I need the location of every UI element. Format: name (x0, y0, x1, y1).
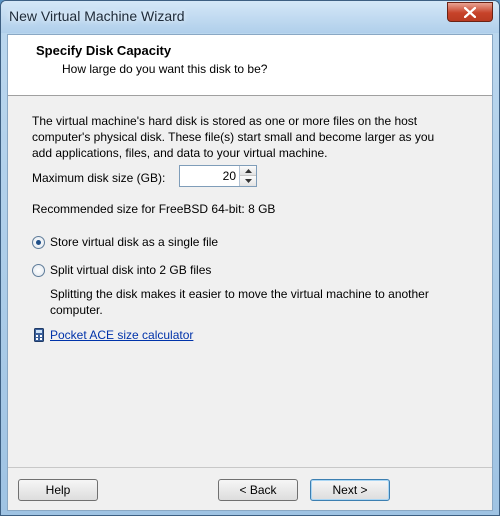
next-button[interactable]: Next > (310, 479, 390, 501)
title-bar[interactable]: New Virtual Machine Wizard (1, 1, 499, 33)
footer-separator (8, 467, 492, 468)
split-file-option[interactable]: Split virtual disk into 2 GB files (32, 263, 211, 277)
max-disk-size-input[interactable]: 20 (223, 169, 236, 183)
spin-down-icon (244, 179, 252, 183)
max-disk-size-label: Maximum disk size (GB): (32, 171, 166, 185)
single-file-label: Store virtual disk as a single file (50, 235, 219, 249)
single-file-option[interactable]: Store virtual disk as a single file (32, 235, 218, 249)
back-button[interactable]: < Back (218, 479, 298, 501)
spin-down-button[interactable] (240, 176, 256, 186)
spin-up-button[interactable] (240, 166, 256, 176)
split-file-radio[interactable] (32, 263, 45, 277)
disk-description: The virtual machine's hard disk is store… (32, 114, 435, 160)
max-disk-size-spinbox[interactable]: 20 (179, 165, 257, 187)
wizard-client-area: Specify Disk Capacity How large do you w… (7, 34, 493, 511)
help-button[interactable]: Help (18, 479, 98, 501)
recommended-size: Recommended size for FreeBSD 64-bit: 8 G… (32, 202, 276, 216)
single-file-radio[interactable] (32, 235, 45, 249)
split-description: Splitting the disk makes it easier to mo… (50, 287, 429, 317)
page-title: Specify Disk Capacity (36, 43, 172, 58)
calculator-icon (34, 328, 44, 342)
split-file-label: Split virtual disk into 2 GB files (50, 263, 212, 277)
spin-buttons (239, 166, 256, 186)
page-subtitle: How large do you want this disk to be? (62, 62, 268, 76)
close-icon (464, 6, 476, 18)
close-button[interactable] (447, 2, 493, 22)
wizard-header: Specify Disk Capacity How large do you w… (8, 35, 492, 96)
pocket-ace-calculator-link[interactable]: Pocket ACE size calculator (50, 328, 193, 342)
calculator-link-row[interactable]: Pocket ACE size calculator (34, 328, 193, 342)
window-title: New Virtual Machine Wizard (9, 8, 185, 24)
wizard-window: New Virtual Machine Wizard Specify Disk … (0, 0, 500, 516)
spin-up-icon (244, 168, 252, 173)
